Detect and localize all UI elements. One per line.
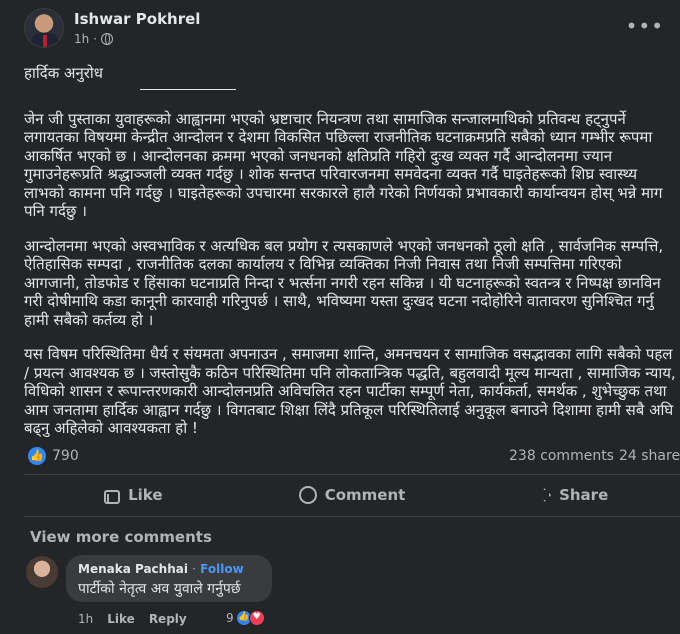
more-options-icon[interactable]: ••• bbox=[626, 14, 664, 38]
post-body: हार्दिक अनुरोध जेन जी पुस्ताका युवाहरूको… bbox=[24, 64, 680, 454]
follow-separator: · bbox=[192, 562, 196, 576]
actions-top-divider bbox=[24, 474, 680, 475]
comment-icon bbox=[298, 486, 317, 504]
reactions-summary: 👍 790 238 comments 24 shares bbox=[28, 446, 680, 468]
like-label: Like bbox=[128, 486, 163, 504]
comment-time[interactable]: 1h bbox=[78, 612, 93, 626]
author-avatar[interactable] bbox=[24, 8, 64, 48]
comment-reactions[interactable]: 9 👍 ♥ bbox=[226, 610, 265, 626]
actions-bottom-divider bbox=[24, 516, 680, 517]
title-divider bbox=[140, 88, 236, 90]
commenter-name[interactable]: Menaka Pachhai bbox=[78, 562, 188, 576]
comment-bubble: Menaka Pachhai · Follow पार्टीको नेतृत्व… bbox=[66, 555, 272, 602]
thumbs-up-icon bbox=[104, 490, 121, 504]
share-button[interactable]: Share bbox=[461, 476, 680, 514]
post-time[interactable]: 1h bbox=[74, 32, 89, 46]
commenter-row: Menaka Pachhai · Follow bbox=[78, 562, 260, 576]
share-label: Share bbox=[559, 486, 609, 504]
post-actions: Like Comment Share bbox=[24, 476, 680, 514]
comment-label: Comment bbox=[324, 486, 406, 504]
post-paragraph: यस विषम परिस्थितिमा धैर्य र संयमता अपनाउ… bbox=[24, 345, 676, 437]
post-meta: 1h · bbox=[74, 32, 114, 46]
comment-text: पार्टीको नेतृत्व अव युवाले गर्नुपर्छ bbox=[78, 581, 241, 597]
follow-button[interactable]: Follow bbox=[200, 562, 244, 576]
post-paragraph: आन्दोलनमा भएको अस्वभाविक र अत्यधिक बल प्… bbox=[24, 236, 664, 329]
comments-count[interactable]: 238 comments bbox=[509, 448, 614, 464]
heart-reaction-icon: ♥ bbox=[248, 610, 265, 626]
share-icon bbox=[533, 488, 552, 502]
reaction-count[interactable]: 790 bbox=[52, 448, 79, 464]
commenter-avatar[interactable] bbox=[26, 556, 58, 588]
comment-meta: 1h Like Reply bbox=[78, 612, 187, 626]
author-name[interactable]: Ishwar Pokhrel bbox=[74, 10, 200, 28]
globe-icon bbox=[101, 33, 114, 45]
avatar-tie bbox=[43, 35, 47, 47]
comment-reply-button[interactable]: Reply bbox=[149, 612, 187, 626]
post-paragraph: जेन जी पुस्ताका युवाहरूको आह्वानमा भएको … bbox=[24, 109, 663, 221]
time-separator: · bbox=[93, 32, 98, 46]
like-button[interactable]: Like bbox=[24, 476, 243, 514]
shares-count[interactable]: 24 shares bbox=[619, 448, 680, 464]
comment-reaction-count: 9 bbox=[226, 611, 234, 625]
like-reaction-icon[interactable]: 👍 bbox=[28, 447, 46, 465]
comment-like-button[interactable]: Like bbox=[107, 612, 135, 626]
view-more-comments[interactable]: View more comments bbox=[30, 528, 212, 546]
post-header: Ishwar Pokhrel 1h · ••• bbox=[24, 8, 674, 52]
post-title: हार्दिक अनुरोध bbox=[24, 64, 104, 82]
comment-button[interactable]: Comment bbox=[243, 476, 462, 514]
